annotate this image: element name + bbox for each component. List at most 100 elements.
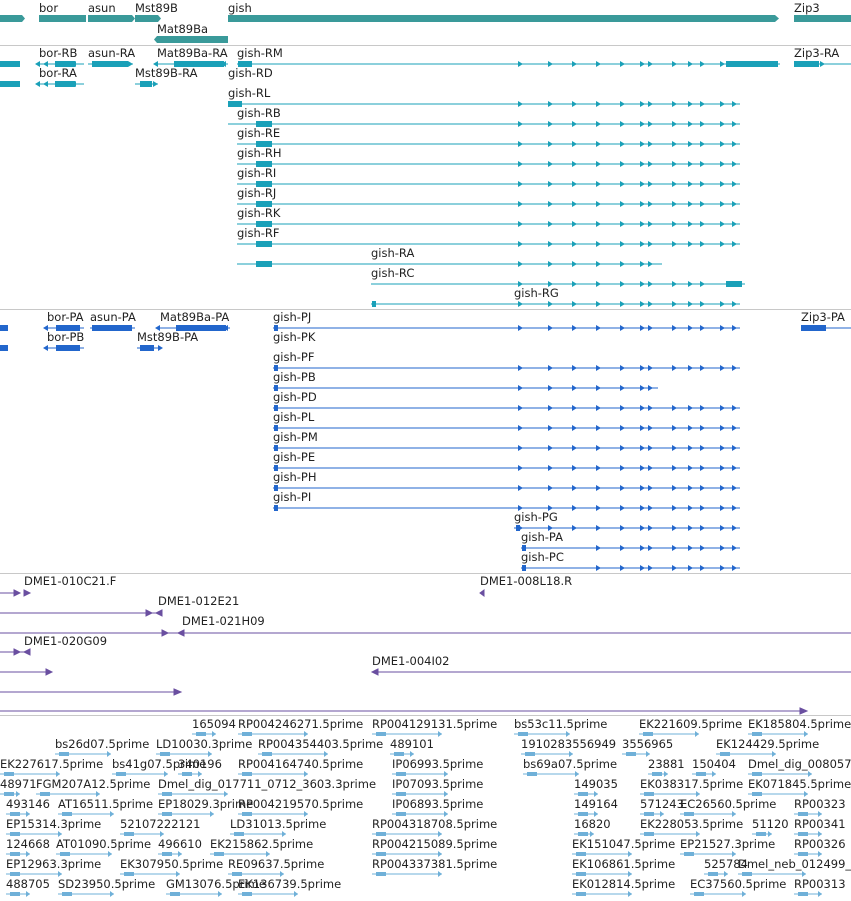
est-label[interactable]: RE09637.5prime: [228, 858, 324, 871]
gene-label[interactable]: gish: [228, 2, 252, 15]
est-label[interactable]: EK136739.5prime: [238, 878, 341, 891]
est-label[interactable]: 150404: [692, 758, 736, 771]
est-label[interactable]: RP004354403.5prime: [258, 738, 383, 751]
est-label[interactable]: EP12963.3prime: [6, 858, 101, 871]
est-label[interactable]: Dmel_neb_012499_0: [738, 858, 851, 871]
est-label[interactable]: EK307950.5prime: [120, 858, 223, 871]
est-label[interactable]: 496610: [158, 838, 202, 851]
transcript-label[interactable]: Mat89Ba-RA: [157, 47, 228, 60]
est-label[interactable]: 1910283556949: [521, 738, 616, 751]
transcript-label[interactable]: Zip3-RA: [794, 47, 839, 60]
est-label[interactable]: SD23950.5prime: [58, 878, 155, 891]
protein-label[interactable]: asun-PA: [90, 311, 136, 324]
est-label[interactable]: 571243: [640, 798, 684, 811]
transcript-label[interactable]: gish-RC: [371, 267, 414, 280]
est-label[interactable]: RP00323: [794, 798, 846, 811]
gene-label[interactable]: bor: [39, 2, 58, 15]
transcript-label[interactable]: gish-RG: [514, 287, 559, 300]
est-label[interactable]: 51120: [752, 818, 789, 831]
protein-label[interactable]: gish-PK: [273, 331, 315, 344]
protein-label[interactable]: gish-PG: [514, 511, 558, 524]
protein-label[interactable]: gish-PC: [521, 551, 564, 564]
est-label[interactable]: bs69a07.5prime: [523, 758, 617, 771]
transcript-label[interactable]: gish-RK: [237, 207, 280, 220]
est-label[interactable]: 149035: [574, 778, 618, 791]
est-label[interactable]: EK215862.5prime: [210, 838, 313, 851]
est-label[interactable]: AT16511.5prime: [58, 798, 153, 811]
est-label[interactable]: EK151047.5prime: [572, 838, 675, 851]
protein-label[interactable]: gish-PA: [521, 531, 563, 544]
est-label[interactable]: EK106861.5prime: [572, 858, 675, 871]
est-label[interactable]: 16820: [574, 818, 611, 831]
clone-label[interactable]: DME1-008L18.R: [480, 575, 572, 588]
est-label[interactable]: EC37560.5prime: [690, 878, 786, 891]
est-label[interactable]: EP15314.3prime: [6, 818, 101, 831]
est-label[interactable]: 149164: [574, 798, 618, 811]
est-label[interactable]: LD31013.5prime: [230, 818, 326, 831]
est-label[interactable]: EC26560.5prime: [680, 798, 776, 811]
protein-label[interactable]: gish-PL: [273, 411, 314, 424]
gene-label[interactable]: Mat89Ba: [157, 23, 208, 36]
transcript-label[interactable]: gish-RL: [228, 87, 270, 100]
est-label[interactable]: RP004246271.5prime: [238, 718, 363, 731]
est-label[interactable]: 52107222121: [120, 818, 200, 831]
protein-label[interactable]: gish-PF: [273, 351, 314, 364]
est-label[interactable]: 488705: [6, 878, 50, 891]
transcript-label[interactable]: asun-RA: [88, 47, 135, 60]
est-label[interactable]: RP00313: [794, 878, 846, 891]
est-label[interactable]: 124668: [6, 838, 50, 851]
protein-label[interactable]: Mst89B-PA: [137, 331, 198, 344]
protein-label[interactable]: gish-PH: [273, 471, 317, 484]
est-label[interactable]: Dmel_dig_017711_0712_3603.3prime: [158, 778, 376, 791]
est-label[interactable]: EK221609.5prime: [639, 718, 742, 731]
est-label[interactable]: EK227617.5prime: [0, 758, 103, 771]
est-label[interactable]: 3556965: [622, 738, 673, 751]
transcript-label[interactable]: gish-RM: [237, 47, 283, 60]
est-label[interactable]: EK228053.5prime: [640, 818, 743, 831]
gene-glyph-asun[interactable]: [88, 15, 132, 22]
est-label[interactable]: RP004318708.5prime: [372, 818, 497, 831]
protein-label[interactable]: gish-PD: [273, 391, 317, 404]
est-label[interactable]: EK012814.5prime: [572, 878, 675, 891]
est-label[interactable]: RP004164740.5prime: [238, 758, 363, 771]
est-label[interactable]: RP004219570.5prime: [238, 798, 363, 811]
est-label[interactable]: LD10030.3prime: [156, 738, 252, 751]
gene-glyph-mat89ba[interactable]: [157, 36, 228, 43]
est-label[interactable]: Dmel_dig_008057_: [748, 758, 851, 771]
est-label[interactable]: FGM207A12.5prime: [36, 778, 150, 791]
transcript-label[interactable]: gish-RB: [237, 107, 281, 120]
est-label[interactable]: 489101: [390, 738, 434, 751]
gene-glyph-bor[interactable]: [39, 15, 86, 22]
protein-label[interactable]: gish-PE: [273, 451, 315, 464]
genome-browser-viewport[interactable]: bor asun Mst89B gish Zip3 Mat89Ba bor-RB…: [0, 0, 851, 901]
est-label[interactable]: RP00341: [794, 818, 846, 831]
est-label[interactable]: IP07093.5prime: [392, 778, 483, 791]
clone-label[interactable]: DME1-020G09: [24, 635, 107, 648]
est-label[interactable]: RP00326: [794, 838, 846, 851]
clone-label[interactable]: DME1-012E21: [158, 595, 239, 608]
transcript-label[interactable]: gish-RD: [228, 67, 273, 80]
transcript-label[interactable]: gish-RJ: [237, 187, 276, 200]
transcript-label[interactable]: Mst89B-RA: [135, 67, 198, 80]
clone-label[interactable]: DME1-021H09: [182, 615, 265, 628]
gene-label[interactable]: Mst89B: [135, 2, 178, 15]
est-label[interactable]: AT01090.5prime: [56, 838, 151, 851]
transcript-label[interactable]: gish-RE: [237, 127, 280, 140]
gene-glyph-gish[interactable]: [228, 15, 775, 22]
est-label[interactable]: IP06993.5prime: [392, 758, 483, 771]
est-label[interactable]: IP06893.5prime: [392, 798, 483, 811]
est-label[interactable]: EK124429.5prime: [716, 738, 819, 751]
est-label[interactable]: RP004129131.5prime: [372, 718, 497, 731]
est-label[interactable]: 165094: [192, 718, 236, 731]
est-label[interactable]: 493146: [6, 798, 50, 811]
est-label[interactable]: RP004337381.5prime: [372, 858, 497, 871]
protein-label[interactable]: bor-PA: [47, 311, 84, 324]
est-label[interactable]: 340196: [178, 758, 222, 771]
gene-glyph[interactable]: [0, 15, 22, 22]
protein-label[interactable]: Zip3-PA: [801, 311, 845, 324]
protein-label[interactable]: gish-PM: [273, 431, 318, 444]
clone-label[interactable]: DME1-010C21.F: [24, 575, 116, 588]
protein-label[interactable]: gish-PB: [273, 371, 316, 384]
est-label[interactable]: 48971: [0, 778, 37, 791]
gene-label[interactable]: asun: [88, 2, 116, 15]
